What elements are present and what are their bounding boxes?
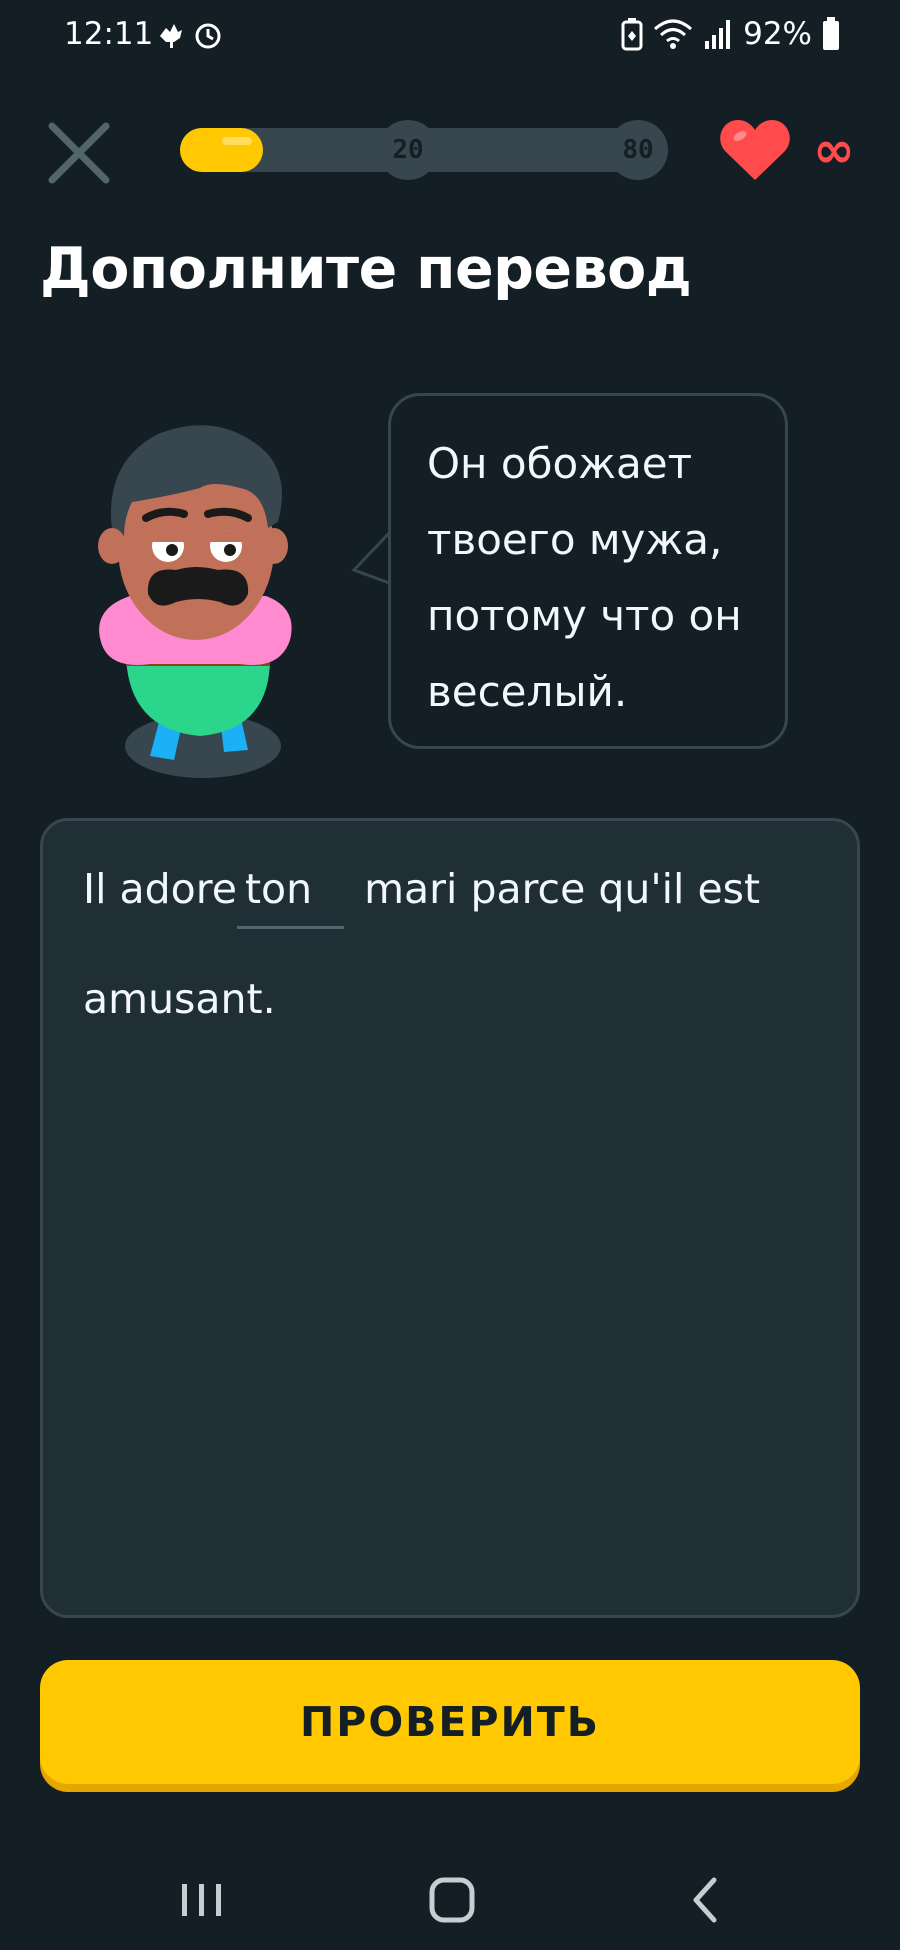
close-icon[interactable] — [46, 120, 112, 186]
character-illustration — [98, 425, 292, 778]
milestone-label: 20 — [392, 135, 424, 165]
progress-fill — [180, 128, 263, 172]
answer-text-after: mari parce qu'il est — [364, 865, 761, 913]
blank-underline — [236, 926, 345, 929]
milestone-marker: 20 — [378, 120, 438, 180]
battery-saver-icon — [621, 18, 643, 51]
page-title: Дополните перевод — [40, 236, 692, 302]
notification-icon — [160, 24, 182, 48]
answer-line-1: Il adore ton mari parce qu'il est — [83, 865, 761, 929]
back-icon[interactable] — [676, 1872, 736, 1928]
source-sentence: Он обожает твоего мужа, потому что он ве… — [427, 439, 742, 716]
speech-bubble: Он обожает твоего мужа, потому что он ве… — [388, 393, 788, 749]
answer-line-2: amusant. — [83, 975, 276, 1023]
recents-icon[interactable] — [172, 1872, 232, 1928]
answer-box: Il adore ton mari parce qu'il est amusant. — [40, 818, 860, 1618]
answer-text-before: Il adore — [83, 865, 237, 913]
milestone-marker: 80 — [608, 120, 668, 180]
wifi-icon — [654, 19, 693, 49]
status-time: 12:11 — [64, 16, 154, 52]
system-nav-bar — [0, 1850, 900, 1950]
hearts-count: ∞ — [813, 121, 855, 179]
blank-typed-text: ton — [244, 865, 313, 913]
progress-shine — [222, 137, 252, 145]
heart-icon[interactable] — [718, 118, 792, 182]
status-right: 92% — [621, 14, 840, 54]
check-button[interactable]: ПРОВЕРИТЬ — [40, 1660, 860, 1784]
home-icon[interactable] — [422, 1872, 482, 1928]
status-bar: 12:11 92% — [0, 0, 900, 72]
signal-icon — [705, 20, 731, 49]
battery-icon — [823, 17, 839, 50]
check-button-label: ПРОВЕРИТЬ — [299, 1698, 601, 1746]
milestone-label: 80 — [622, 135, 654, 165]
notification-icons — [160, 23, 221, 49]
lesson-progress-bar: 20 80 — [180, 120, 668, 180]
answer-blank-input[interactable]: ton — [236, 865, 345, 929]
battery-percent: 92% — [743, 16, 812, 52]
alarm-icon — [195, 23, 221, 49]
